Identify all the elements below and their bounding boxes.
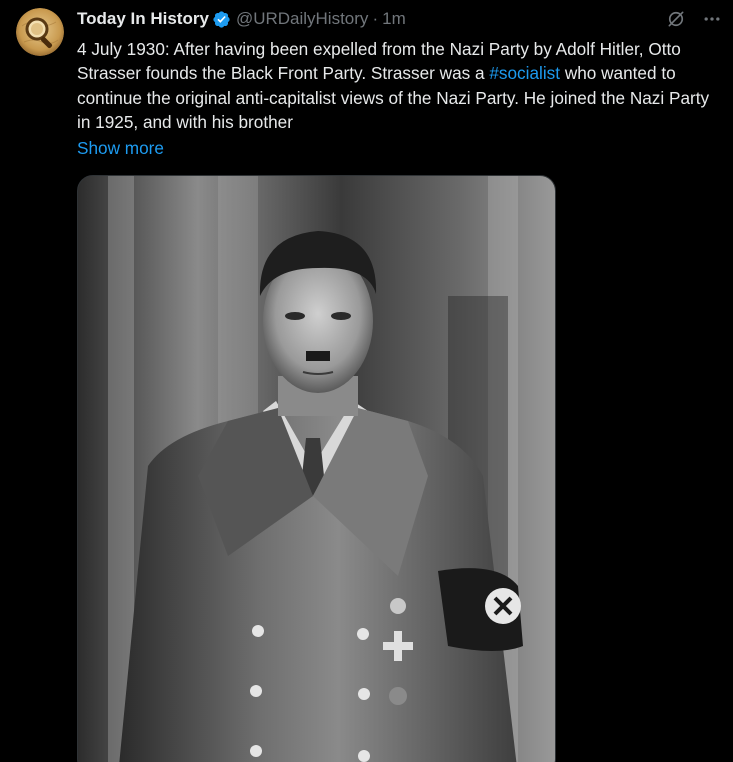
verified-badge-icon[interactable] <box>212 10 231 29</box>
hashtag-link[interactable]: #socialist <box>489 63 560 83</box>
portrait-photo <box>78 176 555 762</box>
tweet-text: 4 July 1930: After having been expelled … <box>77 37 727 135</box>
grok-icon[interactable] <box>665 8 687 30</box>
more-options-icon[interactable] <box>701 8 723 30</box>
avatar[interactable] <box>16 8 64 56</box>
header-separator: · <box>372 9 379 28</box>
magnifying-glass-icon <box>16 8 64 56</box>
user-handle[interactable]: @URDailyHistory <box>236 9 369 29</box>
display-name[interactable]: Today In History <box>77 9 209 29</box>
timestamp[interactable]: 1m <box>382 9 406 29</box>
tweet-header: Today In History @URDailyHistory · 1m <box>77 7 406 31</box>
tweet-media-photo[interactable] <box>77 175 556 762</box>
tweet[interactable]: Today In History @URDailyHistory · 1m 4 <box>0 0 733 762</box>
tweet-top-actions <box>665 8 723 30</box>
show-more-link[interactable]: Show more <box>77 136 164 160</box>
